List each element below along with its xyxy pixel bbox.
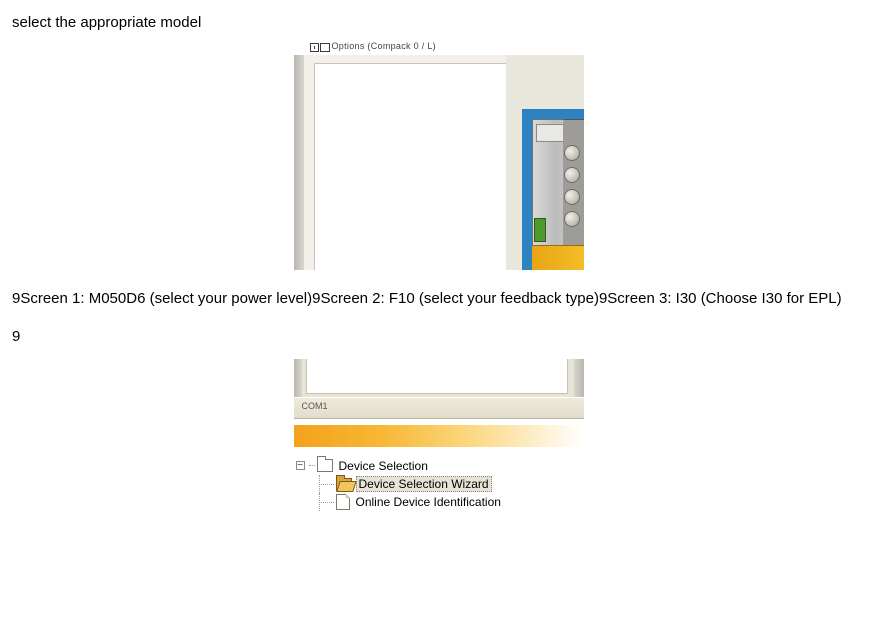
tree-item-label: Online Device Identification — [354, 495, 501, 509]
tree-item-online-id[interactable]: Online Device Identification — [296, 493, 584, 511]
device-yellow-base — [532, 245, 584, 270]
device-port-icon — [564, 145, 580, 161]
tree-collapse-icon[interactable]: − — [296, 461, 305, 470]
upper-panel — [306, 359, 568, 394]
empty-list-panel — [314, 63, 508, 270]
tree-expander-icon — [310, 43, 319, 52]
figure-2: COM1 − Device Selection Device Selection… — [294, 359, 584, 533]
figure-1: Options (Compack 0 / L) — [294, 41, 584, 270]
status-bar: COM1 — [294, 397, 584, 419]
device-port-icon — [564, 189, 580, 205]
tree-root-row[interactable]: − Device Selection — [296, 457, 584, 475]
device-tree: − Device Selection Device Selection Wiza… — [296, 457, 584, 511]
folder-icon — [317, 459, 333, 472]
section-header-bar — [294, 425, 584, 447]
device-port-icon — [564, 211, 580, 227]
page-instruction: select the appropriate model — [12, 14, 877, 31]
screens-description: 9Screen 1: M050D6 (select your power lev… — [12, 288, 865, 310]
figure1-caption: Options (Compack 0 / L) — [332, 41, 436, 51]
page-icon — [320, 43, 330, 52]
device-green-label — [534, 218, 546, 242]
status-port-label: COM1 — [302, 401, 328, 411]
step-number: 9 — [12, 328, 865, 345]
tree-item-wizard[interactable]: Device Selection Wizard — [296, 475, 584, 493]
open-folder-icon — [336, 478, 352, 490]
tree-root-label: Device Selection — [337, 459, 428, 473]
device-port-icon — [564, 167, 580, 183]
page-icon — [336, 494, 350, 510]
tree-item-label: Device Selection Wizard — [356, 476, 492, 492]
